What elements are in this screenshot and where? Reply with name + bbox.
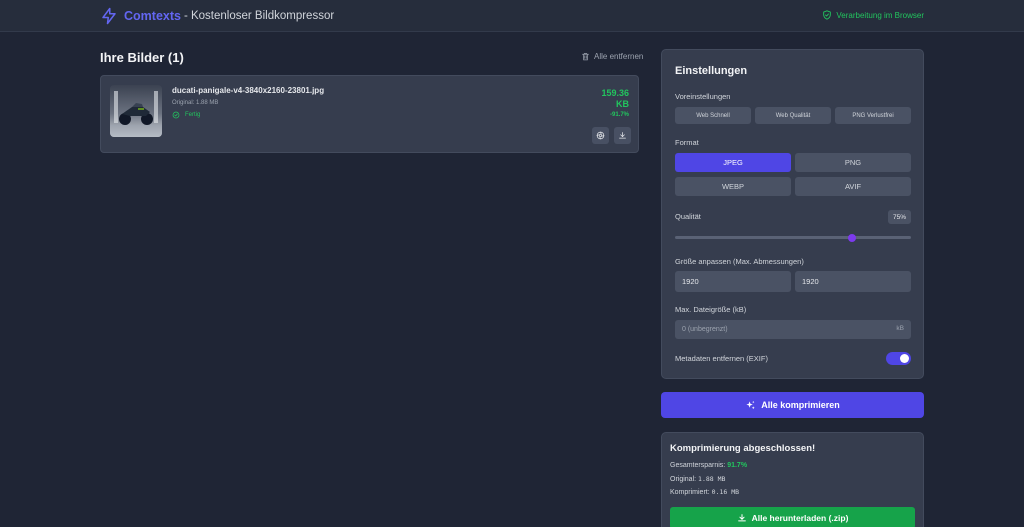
top-bar: Comtexts - Kostenloser Bildkompressor Ve… [0, 0, 1024, 32]
download-image-button[interactable] [614, 127, 631, 144]
preset-web-fast-button[interactable]: Web Schnell [675, 107, 751, 124]
compress-all-button[interactable]: Alle komprimieren [661, 392, 924, 418]
compressed-line: Komprimiert: 0.16 MB [670, 488, 739, 496]
brand-name: Comtexts [124, 9, 181, 23]
image-card: ducati-panigale-v4-3840x2160-23801.jpg O… [100, 75, 639, 153]
savings-line: Gesamtersparnis: 91.7% [670, 462, 747, 469]
privacy-note-text: Verarbeitung im Browser [836, 10, 924, 20]
metadata-toggle[interactable] [886, 352, 911, 365]
lightning-icon [102, 7, 116, 25]
compressed-size-unit: KB [616, 99, 629, 109]
compress-all-label: Alle komprimieren [761, 400, 840, 410]
compressed-value: 0.16 MB [711, 488, 740, 496]
quality-slider[interactable] [675, 233, 911, 242]
image-thumbnail[interactable] [110, 85, 162, 137]
privacy-note: Verarbeitung im Browser [822, 10, 924, 20]
download-all-button[interactable]: Alle herunterladen (.zip) [670, 507, 915, 527]
reduction-percent: -91.7% [609, 112, 629, 118]
preset-png-lossless-button[interactable]: PNG Verlustfrei [835, 107, 911, 124]
resize-label: Größe anpassen (Max. Abmessungen) [675, 257, 804, 266]
remove-all-button[interactable]: Alle entfernen [581, 52, 643, 61]
maxsize-input[interactable]: 0 (unbegrenzt) kB [675, 320, 911, 339]
format-png-button[interactable]: PNG [795, 153, 911, 172]
maxsize-unit: kB [896, 325, 904, 332]
compare-button[interactable] [592, 127, 609, 144]
compressed-label: Komprimiert: [670, 489, 710, 496]
aperture-icon [596, 131, 605, 140]
quality-label: Qualität [675, 212, 701, 221]
preset-web-quality-button[interactable]: Web Qualität [755, 107, 831, 124]
status-badge: Fertig [172, 111, 200, 119]
download-icon [737, 514, 746, 522]
metadata-label: Metadaten entfernen (EXIF) [675, 354, 768, 363]
toggle-knob [900, 354, 909, 363]
format-webp-button[interactable]: WEBP [675, 177, 791, 196]
summary-panel: Komprimierung abgeschlossen! Gesamterspa… [661, 432, 924, 527]
shield-check-icon [823, 10, 832, 20]
original-value: 1.88 MB [698, 475, 726, 483]
status-text: Fertig [185, 112, 201, 118]
format-jpeg-button[interactable]: JPEG [675, 153, 791, 172]
format-label: Format [675, 138, 699, 147]
motorcycle-photo [110, 85, 162, 137]
original-size: Original: 1.88 MB [172, 100, 219, 106]
settings-panel: Einstellungen Voreinstellungen Web Schne… [661, 49, 924, 379]
maxsize-label: Max. Dateigröße (kB) [675, 305, 747, 314]
maxsize-placeholder: 0 (unbegrenzt) [682, 326, 728, 333]
download-icon [619, 132, 626, 139]
original-label: Original: [670, 476, 697, 483]
width-input[interactable]: 1920 [675, 271, 791, 292]
format-avif-button[interactable]: AVIF [795, 177, 911, 196]
summary-title: Komprimierung abgeschlossen! [670, 443, 816, 454]
savings-value: 91.7% [727, 462, 748, 469]
settings-title: Einstellungen [675, 65, 748, 77]
download-all-label: Alle herunterladen (.zip) [751, 513, 849, 523]
remove-all-label: Alle entfernen [594, 52, 644, 61]
brand[interactable]: Comtexts - Kostenloser Bildkompressor [100, 7, 334, 25]
check-circle-icon [172, 111, 180, 119]
sparkles-icon [746, 400, 755, 409]
brand-subtitle: - Kostenloser Bildkompressor [183, 10, 335, 22]
file-name: ducati-panigale-v4-3840x2160-23801.jpg [172, 86, 325, 95]
trash-icon [582, 53, 589, 61]
original-line: Original: 1.88 MB [670, 475, 725, 483]
images-title: Ihre Bilder (1) [100, 50, 184, 65]
savings-label: Gesamtersparnis: [670, 462, 726, 469]
presets-label: Voreinstellungen [675, 92, 731, 101]
quality-slider-thumb[interactable] [848, 233, 856, 242]
quality-value-badge: 75% [888, 210, 911, 224]
height-input[interactable]: 1920 [795, 271, 911, 292]
